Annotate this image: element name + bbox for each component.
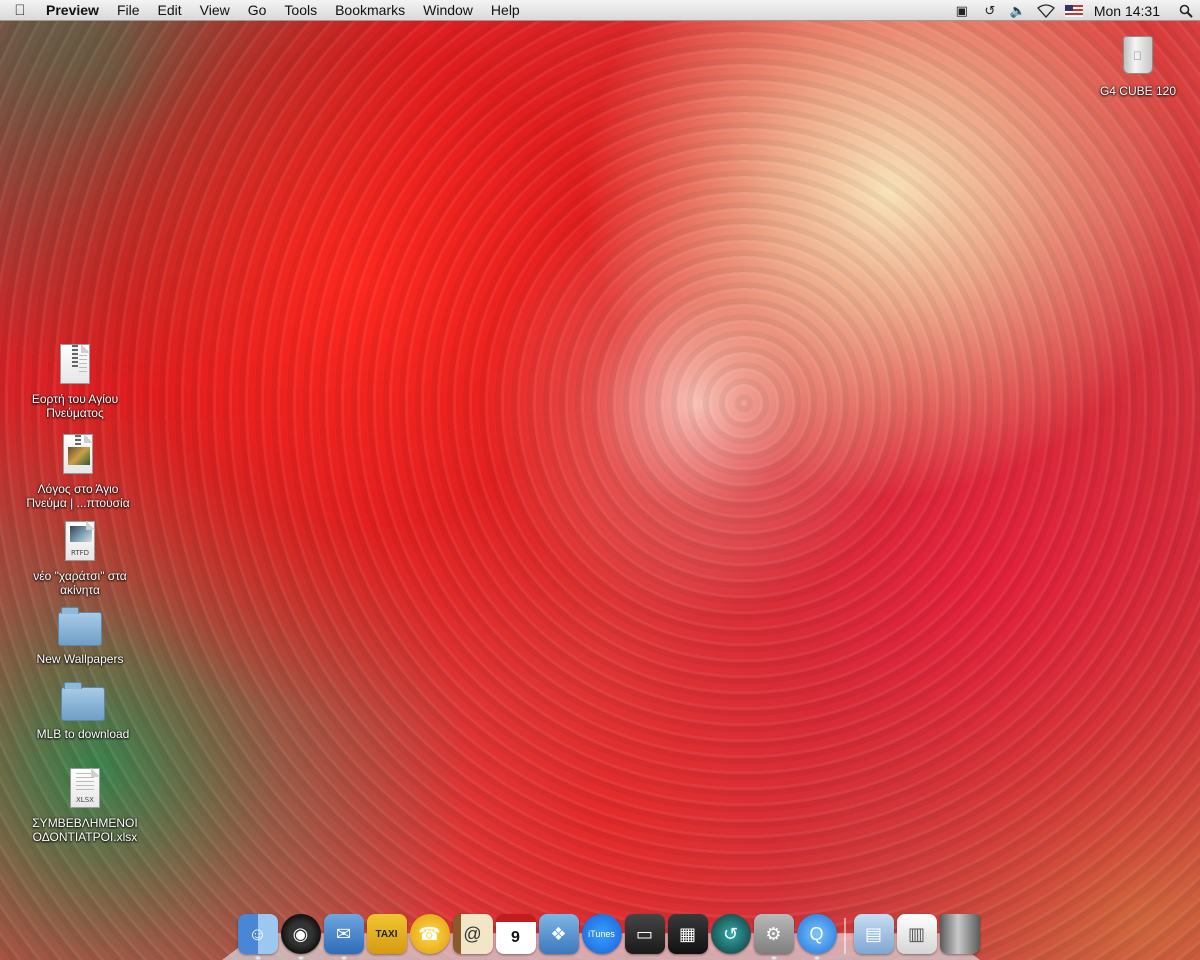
folder-icon [61,682,105,721]
xlsx-document-icon: XLSX [70,768,100,808]
wallpaper [0,0,1200,960]
menu-app-name[interactable]: Preview [40,0,108,21]
menu-tools[interactable]: Tools [275,0,326,21]
display-icon[interactable]: ▣ [948,0,976,21]
file-label: νέο "χαράτσι" στα ακίνητα [33,569,127,597]
menu-clock[interactable]: Mon 14:31 [1088,3,1172,19]
desktop:  Preview File Edit View Go Tools Bookma… [0,0,1200,960]
desktop-folder-mlb[interactable]: MLB to download [18,679,148,741]
dock-iphoto[interactable]: ❖ [538,914,579,954]
dock-separator [844,918,846,954]
time-machine-icon[interactable]: ↺ [976,0,1004,21]
us-flag-input-icon[interactable] [1060,0,1088,21]
dock-taxi[interactable]: TAXI [366,914,407,954]
folder-icon [58,607,102,646]
menu-help[interactable]: Help [482,0,529,21]
iphoto-icon: ❖ [550,923,567,944]
folder-label: MLB to download [36,727,130,741]
drive-icon-item[interactable]:  G4 CUBE 120 [1073,36,1200,98]
dock-dashboard[interactable]: ◉ [280,914,321,960]
quicktime-icon: Q [809,923,824,944]
desktop-folder-new-wallpapers[interactable]: New Wallpapers [15,604,145,666]
chat-icon: ☎ [418,923,441,944]
taxi-icon: TAXI [375,928,398,940]
menu-edit[interactable]: Edit [149,0,191,21]
drive-label: G4 CUBE 120 [1099,84,1177,98]
dock-ical[interactable]: 9 [495,914,536,954]
volume-icon[interactable]: 🔈 [1004,0,1032,21]
dock-chat[interactable]: ☎ [409,914,450,954]
dock-documents-stack[interactable]: ▤ [853,914,894,954]
itunes-icon: iTunes [588,929,615,939]
time-machine-icon: ↺ [722,923,739,944]
desktop-file-xlsx[interactable]: XLSX ΣΥΜΒΕΒΛΗΜΕΝΟΙ ΟΔΟΝΤΙΑΤΡΟΙ.xlsx [20,768,150,844]
rtfd-document-icon: RTFD [65,521,95,561]
magnifier-icon[interactable] [1172,0,1200,21]
menu-window[interactable]: Window [414,0,482,21]
gear-icon: ⚙ [765,923,782,944]
dock-spaces[interactable]: ▦ [667,914,708,954]
menu-bar:  Preview File Edit View Go Tools Bookma… [0,0,1200,21]
file-label: Εορτή του Αγίου Πνεύματος [31,392,119,420]
downloads-stack-icon: ▥ [907,923,925,944]
dock-mail[interactable]: ✉ [323,914,364,960]
zip-document-icon [60,344,90,384]
wifi-icon[interactable] [1032,0,1060,21]
mail-icon: ✉ [335,923,352,944]
spaces-icon: ▦ [678,923,696,944]
file-label: Λόγος στο Άγιο Πνεύμα | ...πτουσία [26,482,130,510]
menu-view[interactable]: View [191,0,239,21]
dock: ☺ ◉ ✉ TAXI ☎ @ 9 ❖ iTunes ▭ ▦ ↺ ⚙ Q ▤ ▥ [236,906,981,960]
dock-address-book[interactable]: @ [452,914,493,954]
desktop-file-2[interactable]: Λόγος στο Άγιο Πνεύμα | ...πτουσία [13,434,143,510]
desktop-file-3[interactable]: RTFD νέο "χαράτσι" στα ακίνητα [15,521,145,597]
dock-quicktime[interactable]: Q [796,914,837,960]
dock-itunes[interactable]: iTunes [581,914,622,954]
dock-time-machine[interactable]: ↺ [710,914,751,954]
document-with-picture-icon [63,434,93,474]
finder-icon: ☺ [248,923,267,944]
dock-downloads-stack[interactable]: ▥ [896,914,937,954]
status-area: ▣ ↺ 🔈 Mon 14:31 [948,0,1200,21]
calendar-icon: 9 [511,929,520,946]
front-row-icon: ▭ [635,923,653,944]
drive-icon:  [1123,36,1153,74]
dock-system-preferences[interactable]: ⚙ [753,914,794,960]
menu-bookmarks[interactable]: Bookmarks [326,0,414,21]
folder-label: New Wallpapers [36,652,124,666]
dock-trash[interactable] [939,914,980,954]
dock-finder[interactable]: ☺ [237,914,278,960]
address-book-icon: @ [463,923,482,944]
desktop-file-1[interactable]: Εορτή του Αγίου Πνεύματος [10,344,140,420]
dashboard-icon: ◉ [292,923,309,944]
dock-front-row[interactable]: ▭ [624,914,665,954]
apple-menu-icon[interactable]:  [0,2,40,19]
menu-file[interactable]: File [108,0,149,21]
file-label: ΣΥΜΒΕΒΛΗΜΕΝΟΙ ΟΔΟΝΤΙΑΤΡΟΙ.xlsx [32,816,138,844]
documents-stack-icon: ▤ [864,923,882,944]
menu-go[interactable]: Go [239,0,276,21]
